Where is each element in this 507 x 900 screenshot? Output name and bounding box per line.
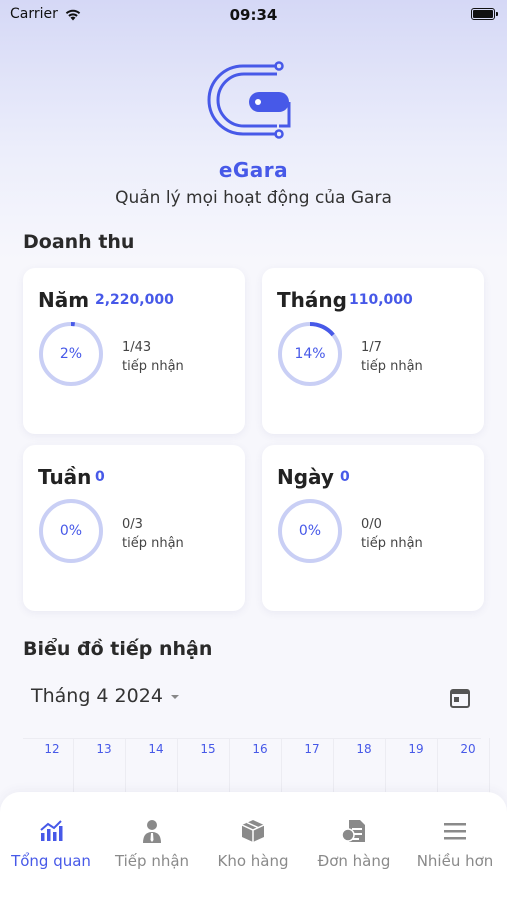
card-value: 0 <box>340 469 350 485</box>
tab-label: Tổng quan <box>11 852 91 870</box>
menu-icon <box>444 823 466 840</box>
card-period: Tuần <box>38 465 92 489</box>
person-icon <box>143 820 161 843</box>
invoice-icon <box>341 820 365 842</box>
revenue-card-week[interactable]: Tuần 0 0% 0/3 tiếp nhận <box>23 445 245 611</box>
card-period: Tháng <box>277 288 347 312</box>
card-value: 110,000 <box>349 292 413 308</box>
chart-x-tick-label: 18 <box>356 742 372 756</box>
chart-gridline <box>385 738 386 798</box>
app-name: eGara <box>218 158 289 182</box>
chart-gridline <box>125 738 126 798</box>
tab-bar: Tổng quan Tiếp nhận Kho hàng Đơn hàng Nh… <box>0 792 507 900</box>
chart-section-title: Biểu đồ tiếp nhận <box>23 638 213 660</box>
card-value: 2,220,000 <box>95 292 174 308</box>
progress-percent: 0% <box>59 523 83 539</box>
egara-logo-icon <box>207 61 291 139</box>
caret-down-icon <box>170 695 179 699</box>
tab-label: Đơn hàng <box>317 852 391 870</box>
chart-gridline <box>333 738 334 798</box>
chart-x-tick-label: 15 <box>200 742 216 756</box>
month-label: Tháng 4 2024 <box>31 685 163 707</box>
chart-gridline <box>281 738 282 798</box>
tab-label: Kho hàng <box>217 852 289 870</box>
card-unit: tiếp nhận <box>122 359 184 374</box>
chart-x-tick-label: 12 <box>44 742 60 756</box>
card-count: 0/0 <box>361 517 382 532</box>
card-count: 1/7 <box>361 340 382 355</box>
chart-gridline <box>229 738 230 798</box>
card-unit: tiếp nhận <box>361 359 423 374</box>
progress-percent: 14% <box>294 346 326 362</box>
reception-chart: 12 13 14 15 16 17 18 19 20 <box>23 738 490 798</box>
card-count: 0/3 <box>122 517 143 532</box>
box-icon <box>241 820 265 842</box>
tab-orders[interactable]: Đơn hàng <box>304 818 404 870</box>
tab-warehouse[interactable]: Kho hàng <box>203 818 303 870</box>
card-unit: tiếp nhận <box>122 536 184 551</box>
chart-gridline <box>437 738 438 798</box>
chart-x-tick-label: 16 <box>252 742 268 756</box>
chart-gridline <box>489 738 490 798</box>
revenue-card-month[interactable]: Tháng 110,000 14% 1/7 tiếp nhận <box>262 268 484 434</box>
card-unit: tiếp nhận <box>361 536 423 551</box>
progress-percent: 0% <box>298 523 322 539</box>
clock: 09:34 <box>229 6 278 24</box>
chart-x-tick-label: 14 <box>148 742 164 756</box>
tab-reception[interactable]: Tiếp nhận <box>102 818 202 870</box>
chart-gridline <box>177 738 178 798</box>
month-selector[interactable]: Tháng 4 2024 <box>31 685 179 707</box>
chart-x-tick-label: 17 <box>304 742 320 756</box>
chart-x-tick-label: 20 <box>460 742 476 756</box>
status-bar: Carrier 09:34 <box>0 0 507 30</box>
tab-more[interactable]: Nhiều hơn <box>405 818 505 870</box>
card-period: Năm <box>38 288 90 312</box>
tagline: Quản lý mọi hoạt động của Gara <box>115 188 392 208</box>
revenue-section-title: Doanh thu <box>23 231 135 253</box>
progress-percent: 2% <box>59 346 83 362</box>
calendar-icon[interactable] <box>449 687 471 709</box>
card-count: 1/43 <box>122 340 152 355</box>
battery-icon <box>471 8 498 20</box>
chart-gridline <box>73 738 74 798</box>
chart-x-tick-label: 13 <box>96 742 112 756</box>
tab-overview[interactable]: Tổng quan <box>1 818 101 870</box>
card-period: Ngày <box>277 465 334 489</box>
tab-label: Nhiều hơn <box>416 852 494 870</box>
chart-gridline <box>23 738 481 739</box>
revenue-card-year[interactable]: Năm 2,220,000 2% 1/43 tiếp nhận <box>23 268 245 434</box>
revenue-card-day[interactable]: Ngày 0 0% 0/0 tiếp nhận <box>262 445 484 611</box>
chart-icon <box>40 820 63 841</box>
chart-x-tick-label: 19 <box>408 742 424 756</box>
tab-label: Tiếp nhận <box>114 852 190 870</box>
card-value: 0 <box>95 469 105 485</box>
